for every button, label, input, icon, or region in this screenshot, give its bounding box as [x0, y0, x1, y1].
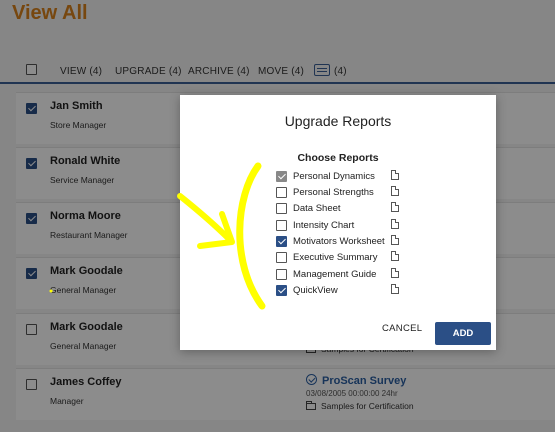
report-label: Personal Dynamics	[293, 171, 375, 182]
document-icon[interactable]	[391, 202, 399, 212]
document-icon[interactable]	[391, 235, 399, 245]
document-icon[interactable]	[391, 268, 399, 278]
report-option-management-guide[interactable]: Management Guide	[276, 267, 476, 283]
dialog-subtitle: Choose Reports	[297, 152, 379, 164]
report-label[interactable]: QuickView	[293, 285, 338, 296]
cancel-button[interactable]: CANCEL	[382, 323, 422, 334]
report-checkbox[interactable]	[276, 252, 287, 263]
add-button[interactable]: ADD	[435, 322, 491, 345]
document-icon[interactable]	[391, 284, 399, 294]
document-icon[interactable]	[391, 219, 399, 229]
report-label[interactable]: Executive Summary	[293, 252, 377, 263]
report-option-personal-strengths[interactable]: Personal Strengths	[276, 185, 476, 201]
report-option-quickview[interactable]: QuickView	[276, 283, 476, 299]
report-checkbox[interactable]	[276, 203, 287, 214]
dialog-title: Upgrade Reports	[284, 113, 392, 129]
report-label[interactable]: Management Guide	[293, 269, 376, 280]
report-checkbox[interactable]	[276, 220, 287, 231]
report-checkbox	[276, 171, 287, 182]
report-label[interactable]: Intensity Chart	[293, 220, 354, 231]
report-label[interactable]: Personal Strengths	[293, 187, 374, 198]
report-option-executive-summary[interactable]: Executive Summary	[276, 250, 476, 266]
report-checkbox[interactable]	[276, 269, 287, 280]
report-option-motivators-worksheet[interactable]: Motivators Worksheet	[276, 234, 476, 250]
report-option-intensity-chart[interactable]: Intensity Chart	[276, 218, 476, 234]
report-checkbox[interactable]	[276, 187, 287, 198]
document-icon[interactable]	[391, 186, 399, 196]
upgrade-reports-dialog: Upgrade Reports Choose Reports Personal …	[180, 95, 496, 350]
document-icon[interactable]	[391, 170, 399, 180]
report-label[interactable]: Motivators Worksheet	[293, 236, 385, 247]
report-option-personal-dynamics: Personal Dynamics	[276, 169, 476, 185]
report-label[interactable]: Data Sheet	[293, 203, 341, 214]
report-checkbox[interactable]	[276, 285, 287, 296]
report-option-data-sheet[interactable]: Data Sheet	[276, 201, 476, 217]
document-icon[interactable]	[391, 251, 399, 261]
report-checkbox[interactable]	[276, 236, 287, 247]
